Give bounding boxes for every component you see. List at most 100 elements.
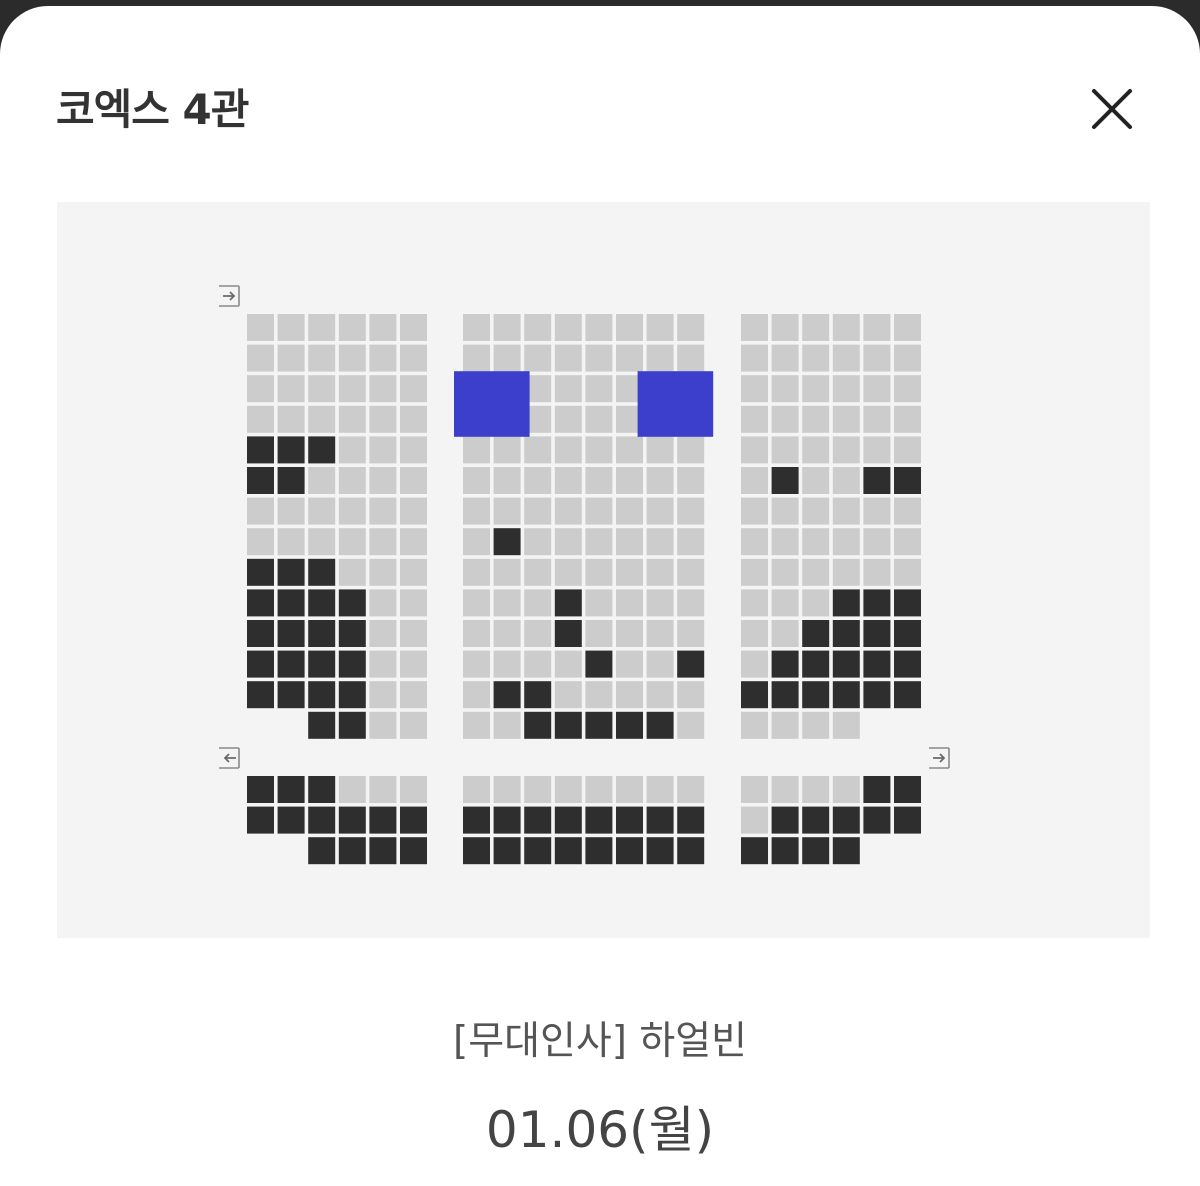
seat-available[interactable] [677,528,705,556]
seat-available[interactable] [802,711,830,739]
close-button[interactable] [1085,82,1139,136]
seat-available[interactable] [771,344,799,372]
seat-available[interactable] [832,314,860,341]
seat-available[interactable] [277,314,305,341]
seat-available[interactable] [493,589,521,617]
seat-available[interactable] [832,711,860,739]
seat-available[interactable] [646,681,674,709]
seat-available[interactable] [863,497,891,525]
seat-available[interactable] [677,436,705,464]
seat-available[interactable] [677,558,705,586]
seat-available[interactable] [493,497,521,525]
seat-available[interactable] [741,558,768,586]
seat-available[interactable] [493,436,521,464]
seat-available[interactable] [802,436,830,464]
seat-available[interactable] [338,558,366,586]
seat-available[interactable] [277,497,305,525]
seat-available[interactable] [463,528,490,556]
seat-available[interactable] [400,650,427,678]
seat-available[interactable] [277,405,305,433]
seat-available[interactable] [493,558,521,586]
seat-available[interactable] [894,344,921,372]
seat-available[interactable] [400,681,427,709]
seat-available[interactable] [463,620,490,647]
seat-available[interactable] [247,405,274,433]
seat-available[interactable] [554,558,582,586]
seat-available[interactable] [308,497,336,525]
seat-available[interactable] [277,375,305,403]
seat-available[interactable] [277,528,305,556]
seat-available[interactable] [741,405,768,433]
seat-available[interactable] [493,620,521,647]
seat-available[interactable] [646,776,674,803]
seat-available[interactable] [308,528,336,556]
seat-available[interactable] [741,436,768,464]
seat-selected[interactable] [454,371,530,437]
seat-available[interactable] [863,558,891,586]
seat-available[interactable] [463,589,490,617]
seat-available[interactable] [741,620,768,647]
seat-available[interactable] [616,314,643,341]
seat-available[interactable] [585,558,613,586]
seat-available[interactable] [338,344,366,372]
seat-available[interactable] [771,314,799,341]
seat-available[interactable] [741,344,768,372]
seat-available[interactable] [832,344,860,372]
seat-available[interactable] [894,436,921,464]
seat-available[interactable] [400,467,427,494]
seat-available[interactable] [338,528,366,556]
seat-available[interactable] [400,344,427,372]
seat-available[interactable] [493,467,521,494]
seat-available[interactable] [338,467,366,494]
seat-available[interactable] [863,528,891,556]
seat-available[interactable] [308,344,336,372]
seat-available[interactable] [832,497,860,525]
seat-available[interactable] [554,497,582,525]
seat-available[interactable] [802,344,830,372]
seat-available[interactable] [646,497,674,525]
seat-available[interactable] [616,776,643,803]
seat-available[interactable] [554,344,582,372]
seat-available[interactable] [832,375,860,403]
seat-available[interactable] [369,776,397,803]
seat-available[interactable] [554,776,582,803]
seat-available[interactable] [400,589,427,617]
seat-available[interactable] [802,528,830,556]
seat-available[interactable] [741,375,768,403]
seat-available[interactable] [677,711,705,739]
seat-available[interactable] [338,314,366,341]
seat-available[interactable] [369,314,397,341]
seat-available[interactable] [585,528,613,556]
seat-available[interactable] [524,314,552,341]
seat-available[interactable] [616,528,643,556]
seat-available[interactable] [832,467,860,494]
seat-available[interactable] [802,314,830,341]
seat-available[interactable] [677,314,705,341]
seat-available[interactable] [741,528,768,556]
seat-available[interactable] [338,436,366,464]
seat-available[interactable] [646,620,674,647]
seat-available[interactable] [771,711,799,739]
seat-available[interactable] [677,620,705,647]
seat-available[interactable] [646,528,674,556]
seat-available[interactable] [400,528,427,556]
seat-available[interactable] [493,650,521,678]
seat-available[interactable] [585,620,613,647]
seat-available[interactable] [646,314,674,341]
seat-available[interactable] [400,620,427,647]
seat-available[interactable] [247,344,274,372]
seat-available[interactable] [677,344,705,372]
seat-available[interactable] [585,681,613,709]
seat-available[interactable] [369,497,397,525]
seat-available[interactable] [616,681,643,709]
seat-available[interactable] [585,344,613,372]
seat-available[interactable] [493,314,521,341]
seat-available[interactable] [741,776,768,803]
seat-available[interactable] [646,589,674,617]
seat-available[interactable] [616,650,643,678]
seat-available[interactable] [771,558,799,586]
seat-available[interactable] [585,776,613,803]
seat-available[interactable] [247,375,274,403]
seat-available[interactable] [646,467,674,494]
seat-available[interactable] [554,528,582,556]
